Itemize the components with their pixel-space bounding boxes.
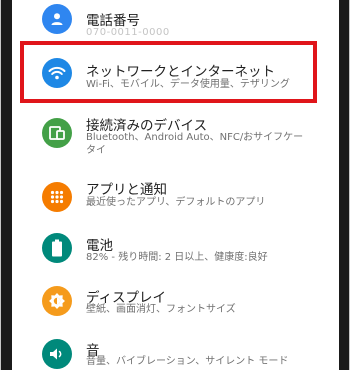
settings-item-title: アプリと通知 bbox=[86, 182, 167, 198]
settings-item-phone-number[interactable]: 電話番号 070-0011-0000 bbox=[12, 0, 339, 40]
settings-item-battery[interactable]: 電池 82% - 残り時間: 2 日以上、健康度:良好 bbox=[12, 230, 339, 280]
settings-item-subtitle-line2: タイ bbox=[86, 145, 106, 156]
settings-item-subtitle: 音量、バイブレーション、サイレント モード bbox=[86, 356, 289, 367]
settings-item-subtitle: 最近使ったアプリ、デフォルトのアプリ bbox=[86, 197, 266, 208]
settings-item-sound[interactable]: 音 音量、バイブレーション、サイレント モード bbox=[12, 336, 339, 370]
settings-item-subtitle: 壁紙、画面消灯、フォントサイズ bbox=[86, 304, 236, 315]
battery-icon bbox=[42, 233, 72, 263]
phone-bezel-left bbox=[1, 0, 12, 370]
settings-item-apps-notifications[interactable]: アプリと通知 最近使ったアプリ、デフォルトのアプリ bbox=[12, 172, 339, 222]
person-icon bbox=[42, 4, 72, 34]
settings-item-subtitle-line1: Bluetooth、Android Auto、NFC/おサイフケー bbox=[86, 132, 304, 143]
settings-item-connected-devices[interactable]: 接続済みのデバイス Bluetooth、Android Auto、NFC/おサイ… bbox=[12, 108, 339, 163]
settings-item-subtitle: 82% - 残り時間: 2 日以上、健康度:良好 bbox=[86, 252, 268, 263]
apps-grid-icon bbox=[42, 182, 72, 212]
brightness-icon bbox=[42, 286, 72, 316]
settings-item-subtitle: 070-0011-0000 bbox=[86, 27, 170, 38]
devices-icon bbox=[42, 118, 72, 148]
speaker-icon bbox=[42, 339, 72, 369]
highlight-box bbox=[20, 41, 317, 103]
phone-bezel-right bbox=[339, 0, 349, 370]
settings-item-display[interactable]: ディスプレイ 壁紙、画面消灯、フォントサイズ bbox=[12, 282, 339, 327]
